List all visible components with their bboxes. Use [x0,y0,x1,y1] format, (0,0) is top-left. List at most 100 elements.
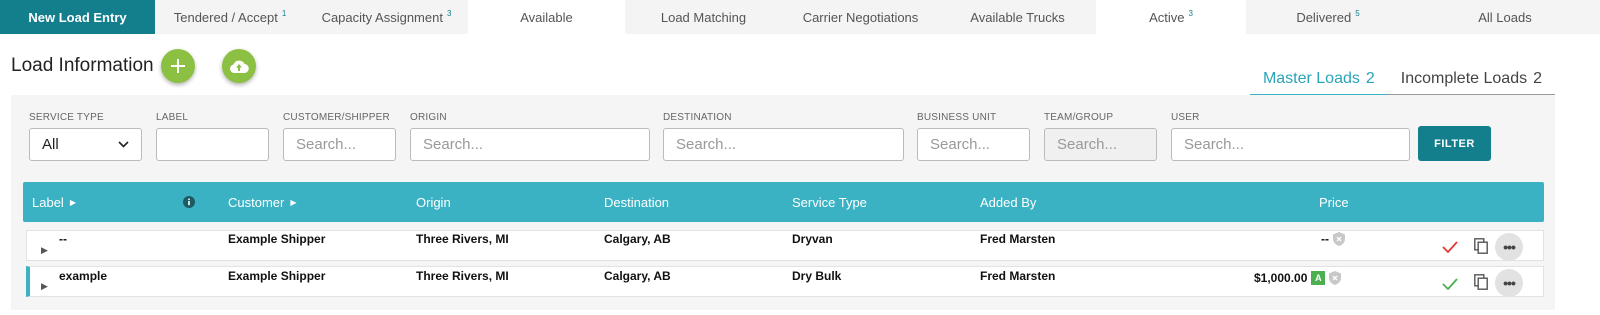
info-icon-graphic [183,196,195,208]
chevron-down-icon [118,141,129,148]
price-value: $1,000.00 [1254,270,1308,285]
column-title: Customer [228,194,285,210]
tab-new-load-entry[interactable]: New Load Entry [0,0,155,34]
business-unit-filter: BUSINESS UNIT Search... [917,112,1030,161]
filter-button[interactable]: FILTER [1418,126,1491,161]
load-subtabs: Master Loads 2 Incomplete Loads 2 [1249,70,1555,97]
tab-available[interactable]: Available [468,0,625,34]
tab-available-trucks[interactable]: Available Trucks [939,0,1096,34]
info-icon[interactable] [183,182,195,222]
expand-row-icon[interactable]: ▶ [41,272,48,301]
page-title: Load Information [11,55,154,76]
shield-icon [1333,231,1345,246]
more-dots-icon: ••• [1495,268,1523,297]
tab-label: Active [1149,9,1185,25]
filter-label: TEAM/GROUP [1044,112,1114,123]
tab-count: 3 [1188,8,1193,18]
price-value: -- [1321,231,1329,246]
cell-customer: Example Shipper [228,231,326,246]
column-title: Destination [604,194,670,210]
more-options-button[interactable]: ••• [1494,232,1524,261]
user-search-input[interactable]: Search... [1171,128,1410,161]
tab-count: 5 [1355,8,1360,18]
column-title: Price [1319,194,1349,210]
shield-icon [1329,270,1342,285]
cell-price: -- [1321,224,1345,253]
label-filter: LABEL [156,112,269,161]
select-value: All [42,136,59,153]
destination-search-input[interactable]: Search... [663,128,904,161]
add-load-button[interactable] [161,49,195,83]
subtab-label: Incomplete Loads [1400,70,1528,87]
approve-check-icon[interactable] [1439,269,1461,298]
subtab-count: 2 [1533,70,1542,87]
column-header-customer[interactable]: Customer ▶ [228,182,297,222]
column-header-origin: Origin [416,182,451,222]
table-row[interactable]: ▶ -- Example Shipper Three Rivers, MI Ca… [26,230,1544,261]
cell-customer: Example Shipper [228,268,326,283]
approved-badge: A [1311,270,1326,285]
tab-label: Load Matching [660,9,747,25]
tab-label: Carrier Negotiations [802,9,919,25]
cloud-upload-icon [230,60,249,73]
subtab-incomplete-loads[interactable]: Incomplete Loads 2 [1387,70,1555,97]
cell-added-by: Fred Marsten [980,268,1056,283]
tab-load-matching[interactable]: Load Matching [625,0,782,34]
origin-filter: ORIGIN Search... [410,112,650,161]
cell-origin: Three Rivers, MI [416,231,509,246]
column-title: Service Type [792,194,867,210]
filter-label: DESTINATION [663,112,732,123]
tab-tendered-accept[interactable]: Tendered / Accept 1 [155,0,305,34]
filter-label: USER [1171,112,1200,123]
tab-carrier-negotiations[interactable]: Carrier Negotiations [782,0,939,34]
destination-filter: DESTINATION Search... [663,112,904,161]
column-title: Origin [416,194,451,210]
subtab-count: 2 [1365,70,1375,87]
plus-icon [171,59,185,73]
customer-filter: CUSTOMER/SHIPPER Search... [283,112,396,161]
sort-arrow-icon: ▶ [290,197,297,207]
tab-label: Capacity Assignment [321,9,443,25]
tab-active[interactable]: Active 3 [1096,0,1246,34]
service-type-select[interactable]: All [29,128,142,161]
origin-search-input[interactable]: Search... [410,128,650,161]
column-title: Label [32,194,64,210]
service-type-filter: SERVICE TYPE All [29,112,142,161]
label-input[interactable] [156,128,269,161]
tab-label: All Loads [1478,9,1532,25]
business-unit-search-input[interactable]: Search... [917,128,1030,161]
upload-button[interactable] [222,49,256,83]
top-tabs: New Load Entry Tendered / Accept 1 Capaci… [0,0,1600,34]
tab-label: Tendered / Accept [173,9,278,25]
tab-delivered[interactable]: Delivered 5 [1246,0,1410,34]
filter-label: SERVICE TYPE [29,112,104,123]
subtab-master-loads[interactable]: Master Loads 2 [1249,70,1388,97]
table-row[interactable]: ▶ example Example Shipper Three Rivers, … [26,266,1544,297]
customer-search-input[interactable]: Search... [283,128,396,161]
cell-service-type: Dry Bulk [792,268,842,283]
column-header-price: Price [1319,182,1349,222]
more-options-button[interactable]: ••• [1494,268,1524,297]
column-header-destination: Destination [604,182,669,222]
approve-check-icon[interactable] [1439,232,1461,261]
copy-icon[interactable] [1470,231,1492,260]
filter-label: ORIGIN [410,112,447,123]
tab-all-loads[interactable]: All Loads [1410,0,1600,34]
filter-label: LABEL [156,112,189,123]
cell-origin: Three Rivers, MI [416,268,509,283]
more-dots-icon: ••• [1495,232,1523,261]
expand-row-icon[interactable]: ▶ [41,236,48,265]
cell-label: example [59,268,108,283]
tab-count: 1 [281,8,287,18]
subtab-label: Master Loads [1262,70,1360,87]
column-title: Added By [980,194,1037,210]
copy-icon[interactable] [1470,267,1492,296]
cell-destination: Calgary, AB [604,231,671,246]
cell-price: $1,000.00 A [1254,263,1342,292]
tab-label: New Load Entry [28,9,127,25]
table-header: Label ▶ Customer ▶ Origin Destination Serv… [23,182,1544,222]
tab-capacity-assignment[interactable]: Capacity Assignment 3 [305,0,468,34]
team-group-filter: TEAM/GROUP Search... [1044,112,1157,161]
column-header-label[interactable]: Label ▶ [32,182,76,222]
tab-label: Available Trucks [970,9,1065,25]
